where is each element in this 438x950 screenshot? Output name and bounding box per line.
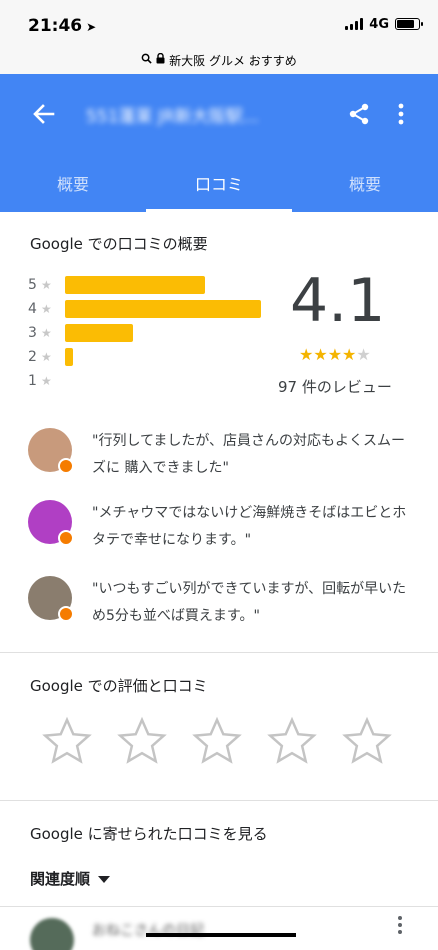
rating-row-label: 5 [28,277,37,293]
rating-row-label: 3 [28,325,37,341]
url-bar[interactable]: 新大阪 グルメ おすすめ [0,46,438,74]
caret-down-icon [98,876,111,883]
rate-star-3-icon[interactable] [190,714,244,768]
rating-row-4: 4 ★ [28,298,261,320]
battery-icon [395,18,423,30]
status-indicators: 4G [345,16,423,32]
rating-row-label: 1 [28,373,37,389]
star-filled-icon: ★ [299,345,314,364]
back-button[interactable] [24,94,64,134]
location-arrow-icon: ➤ [86,20,97,34]
rating-bar-4 [65,300,261,318]
more-vert-icon [398,103,404,125]
share-icon [349,103,369,125]
star-filled-icon: ★ [327,345,343,364]
reviews-list-title: Google に寄せられた口コミを見る [30,825,268,843]
star-icon: ★ [41,374,52,388]
rating-row-2: 2 ★ [28,346,73,368]
star-icon: ★ [41,278,52,292]
rate-section-title: Google での評価と口コミ [30,677,208,695]
rating-bar-3 [65,324,133,342]
review-snippet[interactable]: "いつもすごい列ができていますが、回転が早いため5分も並べば買えます。" [28,576,418,636]
rating-row-1: 1 ★ [28,370,63,392]
local-guide-badge-icon [58,458,74,474]
status-bar: 21:46 ➤ 4G [0,0,438,46]
signal-icon [345,18,364,30]
star-empty-icon: ★ [356,345,371,364]
review-snippet[interactable]: "行列してましたが、店員さんの対応もよくスムーズに 購入できました" [28,428,418,488]
local-guide-badge-icon [58,530,74,546]
back-arrow-icon [33,104,55,124]
status-time: 21:46 ➤ [28,16,96,36]
rating-row-label: 2 [28,349,37,365]
rating-bar-track [65,324,265,342]
star-filled-icon: ★ [313,345,328,364]
rate-star-1-icon[interactable] [40,714,94,768]
network-type: 4G [369,16,389,32]
sort-label: 関連度順 [30,870,91,888]
tab-reviews[interactable]: 口コミ [146,154,292,212]
average-rating-stars: ★★★★★ [299,345,371,364]
clock-text: 21:46 [28,16,83,36]
star-icon: ★ [41,350,52,364]
review-snippet-text: "行列してましたが、店員さんの対応もよくスムーズに 購入できました" [92,433,406,476]
rating-bar-track [65,348,265,366]
rating-row-5: 5 ★ [28,274,205,296]
place-title: 551蓬莱 JR新大阪駅... [86,107,259,126]
divider [0,652,438,653]
share-button[interactable] [342,94,376,134]
search-icon [141,53,152,67]
rating-bar-track [65,300,265,318]
rating-bar-5 [65,276,205,294]
lock-icon [156,52,165,67]
tab-bar: 概要 口コミ 概要 [0,154,438,212]
reviewer-avatar[interactable] [30,918,74,950]
star-filled-icon: ★ [342,345,357,364]
tab-overview[interactable]: 概要 [0,154,146,212]
rate-star-4-icon[interactable] [265,714,319,768]
average-rating: 4.1 [290,266,386,336]
rating-bar-track [65,276,265,294]
local-guide-badge-icon [58,606,74,622]
divider [0,906,438,907]
tab-overview-2[interactable]: 概要 [292,154,438,212]
rating-row-label: 4 [28,301,37,317]
rating-row-3: 3 ★ [28,322,133,344]
reviewer-name[interactable]: おねこさんの日記 [92,920,204,940]
rate-stars [40,714,394,768]
review-snippet[interactable]: "メチャウマではないけど海鮮焼きそばはエビとホタテで幸せになります。" [28,500,418,560]
rate-star-2-icon[interactable] [115,714,169,768]
review-summary-title: Google での口コミの概要 [30,235,208,253]
app-bar: 551蓬莱 JR新大阪駅... [0,74,438,154]
review-snippet-text: "いつもすごい列ができていますが、回転が早いため5分も並べば買えます。" [92,581,407,624]
rate-star-5-icon[interactable] [340,714,394,768]
review-more-vert-icon[interactable] [390,912,410,942]
redaction-bar [146,933,296,937]
rating-bar-track [65,372,265,390]
star-icon: ★ [41,302,52,316]
url-text: 新大阪 グルメ おすすめ [169,53,297,68]
review-count[interactable]: 97 件のレビュー [278,376,392,397]
review-snippet-text: "メチャウマではないけど海鮮焼きそばはエビとホタテで幸せになります。" [92,505,407,548]
rating-bar-2 [65,348,73,366]
more-options-button[interactable] [386,94,416,134]
star-icon: ★ [41,326,52,340]
divider [0,800,438,801]
sort-dropdown[interactable]: 関連度順 [30,868,111,889]
